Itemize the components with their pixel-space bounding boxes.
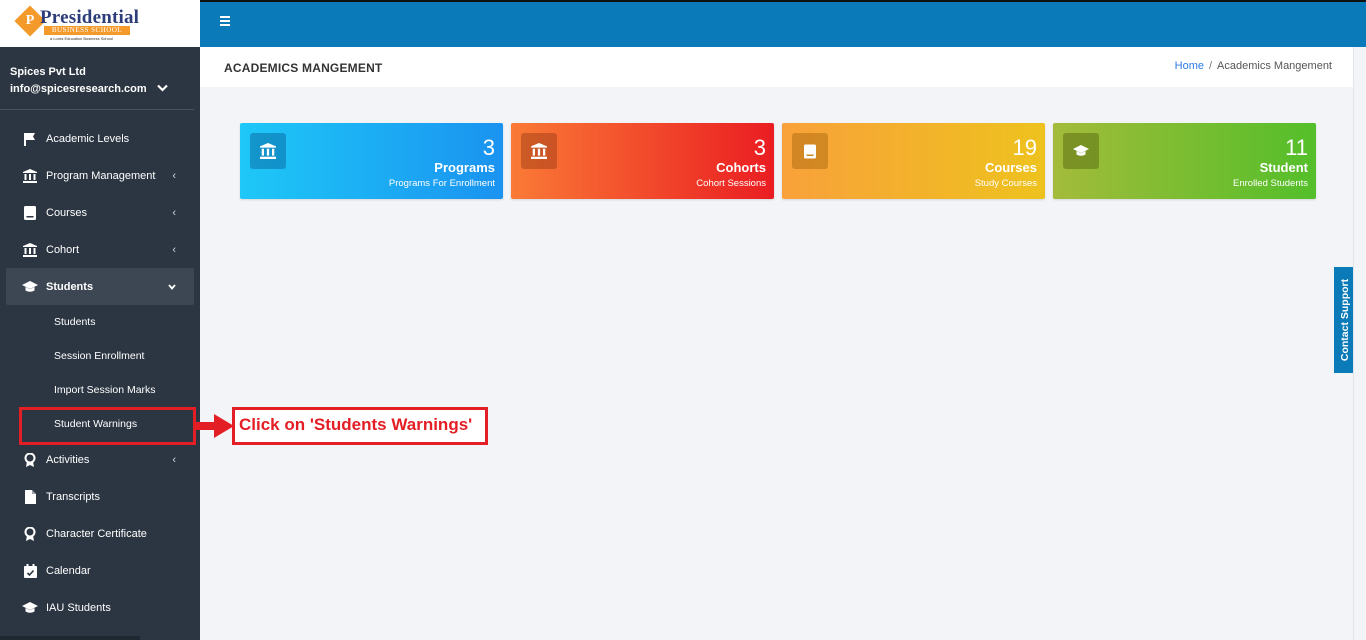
sidebar-item-label: Transcripts (46, 490, 100, 503)
sidebar-subitem-import-session-marks[interactable]: Import Session Marks (0, 373, 200, 407)
logo-tagline: a Lords Education Business School (50, 36, 113, 41)
book-icon (22, 205, 38, 220)
bank-icon (250, 133, 286, 169)
sidebar-item-label: Activities (46, 453, 90, 466)
annotation-arrow-icon (196, 414, 234, 438)
courses-card[interactable]: 19 Courses Study Courses (782, 123, 1045, 199)
card-subtitle: Programs For Enrollment (388, 178, 495, 189)
page-header: ACADEMICS MANGEMENT Home / Academics Mange… (200, 47, 1353, 87)
sidebar-item-academic-levels[interactable]: Academic Levels (6, 120, 194, 157)
sidebar-subitem-session-enrollment[interactable]: Session Enrollment (0, 339, 200, 373)
hamburger-menu-icon[interactable] (220, 16, 230, 26)
sidebar-item-label: Calendar (46, 564, 91, 577)
sidebar-item-iau-students[interactable]: IAU Students (6, 589, 194, 626)
sidebar-item-character-certificate[interactable]: Character Certificate (6, 515, 194, 552)
card-subtitle: Enrolled Students (1233, 178, 1308, 189)
contact-support-label: Contact Support (1339, 278, 1351, 362)
calendar-check-icon (22, 563, 38, 578)
flag-icon (22, 132, 38, 146)
page-scrollbar[interactable] (1353, 47, 1366, 640)
graduation-cap-icon (22, 280, 38, 294)
breadcrumb-separator: / (1208, 60, 1213, 72)
sidebar-item-transcripts[interactable]: Transcripts (6, 478, 194, 515)
card-value: 3 (753, 135, 766, 160)
breadcrumb-home-link[interactable]: Home (1175, 60, 1204, 72)
card-value: 11 (1285, 135, 1308, 160)
bank-icon (22, 168, 38, 183)
breadcrumb: Home / Academics Mangement (1175, 60, 1332, 72)
top-navbar (200, 0, 1366, 47)
card-subtitle: Cohort Sessions (696, 178, 766, 189)
sidebar-item-activities[interactable]: Activities ‹ (6, 441, 194, 478)
sidebar-item-cohort[interactable]: Cohort ‹ (6, 231, 194, 268)
logo[interactable]: P Presidential BUSINESS SCHOOL a Lords E… (0, 0, 200, 47)
chevron-down-icon (168, 281, 176, 293)
programs-card[interactable]: 3 Programs Programs For Enrollment (240, 123, 503, 199)
card-value: 19 (1012, 135, 1037, 160)
page-title: ACADEMICS MANGEMENT (224, 61, 383, 75)
user-email-toggle[interactable]: info@spicesresearch.com (10, 83, 194, 95)
document-icon (22, 489, 38, 504)
award-icon (22, 526, 38, 541)
bank-icon (521, 133, 557, 169)
card-title: Cohorts (716, 160, 766, 175)
bank-icon (22, 242, 38, 257)
sidebar-item-courses[interactable]: Courses ‹ (6, 194, 194, 231)
sidebar-item-label: Cohort (46, 243, 80, 256)
graduation-cap-icon (22, 601, 38, 615)
annotation-callout: Click on 'Students Warnings' (232, 407, 488, 445)
card-subtitle: Study Courses (974, 178, 1037, 189)
card-title: Courses (984, 160, 1037, 175)
sidebar: P Presidential BUSINESS SCHOOL a Lords E… (0, 0, 200, 640)
user-company: Spices Pvt Ltd (10, 66, 86, 78)
sidebar-bottom-strip (0, 636, 140, 640)
graduation-cap-icon (1063, 133, 1099, 169)
sidebar-nav: Academic Levels Program Management ‹ Cou… (0, 110, 200, 626)
sidebar-subitem-students[interactable]: Students (0, 305, 200, 339)
user-email: info@spicesresearch.com (10, 83, 147, 95)
sidebar-item-calendar[interactable]: Calendar (6, 552, 194, 589)
user-profile: Spices Pvt Ltd info@spicesresearch.com (0, 47, 194, 110)
sidebar-item-label: Character Certificate (46, 527, 147, 540)
annotation-highlight-box (19, 407, 196, 445)
chevron-left-icon: ‹ (172, 206, 176, 219)
sidebar-item-students[interactable]: Students (6, 268, 194, 305)
breadcrumb-current: Academics Mangement (1217, 60, 1332, 72)
chevron-left-icon: ‹ (172, 169, 176, 182)
sidebar-item-label: Program Management (46, 169, 156, 182)
logo-subtitle: BUSINESS SCHOOL (44, 26, 130, 35)
cohorts-card[interactable]: 3 Cohorts Cohort Sessions (511, 123, 774, 199)
card-title: Programs (434, 160, 495, 175)
book-icon (792, 133, 828, 169)
sidebar-item-label: Academic Levels (46, 132, 130, 145)
sidebar-item-label: Courses (46, 206, 87, 219)
card-title: Student (1259, 160, 1308, 175)
award-icon (22, 452, 38, 467)
sidebar-item-program-management[interactable]: Program Management ‹ (6, 157, 194, 194)
card-value: 3 (482, 135, 495, 160)
chevron-left-icon: ‹ (172, 243, 176, 256)
sidebar-item-label: Students (46, 280, 94, 293)
chevron-left-icon: ‹ (172, 453, 176, 466)
sidebar-item-label: IAU Students (46, 601, 111, 614)
students-card[interactable]: 11 Student Enrolled Students (1053, 123, 1316, 199)
chevron-down-icon[interactable] (156, 83, 168, 95)
